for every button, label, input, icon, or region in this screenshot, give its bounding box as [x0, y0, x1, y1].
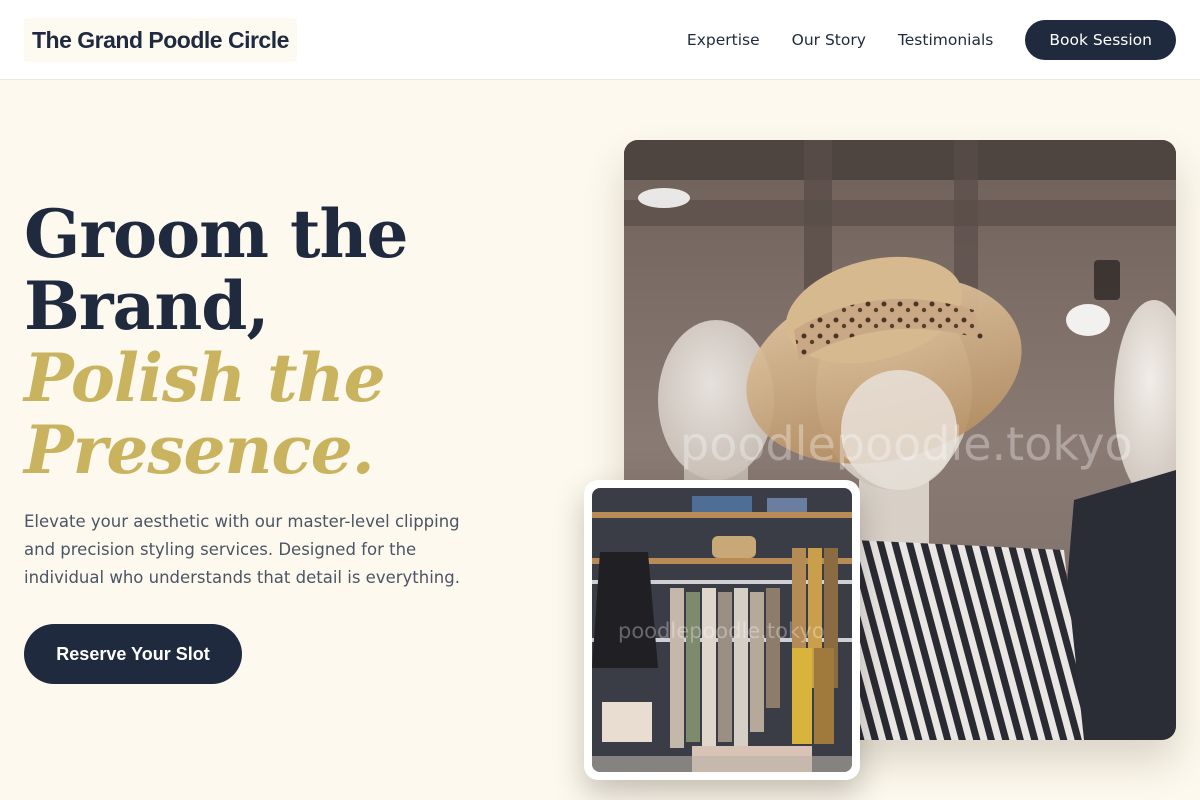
hero-inset-card: poodlepoodle.tokyo: [584, 480, 860, 780]
reserve-slot-button[interactable]: Reserve Your Slot: [24, 624, 242, 684]
book-session-button[interactable]: Book Session: [1025, 20, 1176, 60]
headline-line-1: Groom the: [24, 195, 408, 273]
headline-line-4: Presence.: [24, 411, 375, 489]
intro-line-1: Elevate your aesthetic with our master-l…: [24, 512, 460, 531]
main-image-watermark: poodlepoodle.tokyo: [680, 417, 1133, 471]
intro-line-3: individual who understands that detail i…: [24, 568, 460, 587]
inset-image-watermark: poodlepoodle.tokyo: [618, 619, 825, 643]
headline-line-3: Polish the: [24, 339, 386, 417]
nav-link-testimonials[interactable]: Testimonials: [898, 31, 993, 49]
headline-line-2: Brand,: [24, 267, 269, 345]
hero-intro: Elevate your aesthetic with our master-l…: [24, 508, 494, 592]
nav-link-our-story[interactable]: Our Story: [792, 31, 866, 49]
hero-headline: Groom the Brand, Polish the Presence.: [24, 198, 584, 486]
hero-inset-image: poodlepoodle.tokyo: [592, 488, 852, 772]
intro-line-2: and precision styling services. Designed…: [24, 540, 417, 559]
site-logo[interactable]: The Grand Poodle Circle: [24, 18, 297, 62]
nav-link-expertise[interactable]: Expertise: [687, 31, 760, 49]
clothing-rack-photo: poodlepoodle.tokyo: [592, 488, 852, 772]
main-nav: Expertise Our Story Testimonials Book Se…: [687, 20, 1176, 60]
site-header: The Grand Poodle Circle Expertise Our St…: [0, 0, 1200, 80]
